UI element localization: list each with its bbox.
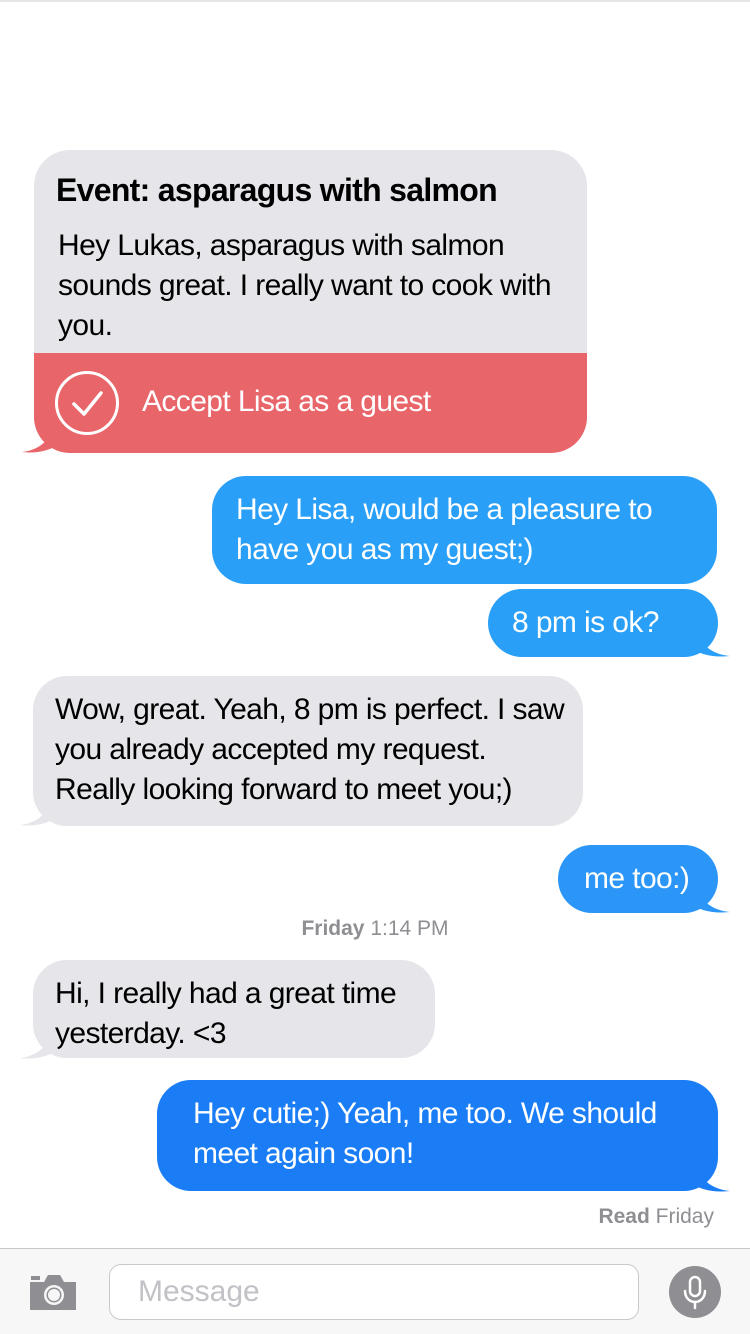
microphone-icon bbox=[683, 1275, 707, 1310]
message-text: 8 pm is ok? bbox=[512, 606, 659, 639]
read-label: Read bbox=[598, 1205, 650, 1228]
outgoing-message: Hey Lisa, would be a pleasure to have yo… bbox=[212, 476, 717, 584]
event-message: Hey Lukas, asparagus with salmon sounds … bbox=[58, 229, 552, 342]
timestamp-day: Friday bbox=[301, 917, 365, 940]
top-divider bbox=[0, 0, 750, 2]
message-line: you already accepted my request. bbox=[55, 733, 487, 766]
bubble-tail-incoming bbox=[20, 791, 58, 826]
event-card: Event: asparagus with salmon Hey Lukas, … bbox=[34, 150, 587, 453]
message-line: yesterday. <3 bbox=[55, 1017, 227, 1050]
message-line: meet again soon! bbox=[193, 1137, 414, 1170]
outgoing-message: 8 pm is ok? bbox=[488, 589, 718, 657]
message-text: me too:) bbox=[584, 862, 690, 895]
microphone-button[interactable] bbox=[669, 1266, 721, 1318]
camera-icon bbox=[30, 1275, 76, 1310]
bubble-tail-incoming bbox=[22, 418, 60, 453]
message-line: have you as my guest;) bbox=[236, 533, 534, 566]
incoming-message: Wow, great. Yeah, 8 pm is perfect. I saw… bbox=[33, 676, 583, 826]
incoming-message: Hi, I really had a great time yesterday.… bbox=[33, 960, 435, 1058]
checkmark-circle-icon bbox=[55, 371, 119, 435]
message-line: Hi, I really had a great time bbox=[55, 977, 397, 1010]
bubble-tail-outgoing bbox=[690, 878, 730, 913]
bubble-tail-outgoing bbox=[690, 622, 730, 657]
event-title: Event: asparagus with salmon bbox=[56, 172, 498, 208]
message-line: Really looking forward to meet you;) bbox=[55, 773, 513, 806]
timestamp: Friday 1:14 PM bbox=[0, 917, 750, 941]
read-time: Friday bbox=[655, 1205, 714, 1228]
outgoing-message: Hey cutie;) Yeah, me too. We should meet… bbox=[157, 1080, 718, 1191]
timestamp-time: 1:14 PM bbox=[370, 917, 449, 940]
bubble-tail-incoming bbox=[20, 1024, 58, 1059]
message-line: Hey Lisa, would be a pleasure to bbox=[236, 493, 653, 526]
bubble-tail-outgoing bbox=[690, 1157, 730, 1192]
message-input[interactable] bbox=[109, 1264, 639, 1320]
message-line: Wow, great. Yeah, 8 pm is perfect. I saw bbox=[55, 693, 565, 726]
read-receipt: Read Friday bbox=[598, 1205, 714, 1229]
accept-guest-label: Accept Lisa as a guest bbox=[142, 385, 431, 418]
camera-button[interactable] bbox=[28, 1272, 78, 1312]
accept-guest-button[interactable]: Accept Lisa as a guest bbox=[34, 353, 587, 453]
message-line: Hey cutie;) Yeah, me too. We should bbox=[193, 1097, 657, 1130]
